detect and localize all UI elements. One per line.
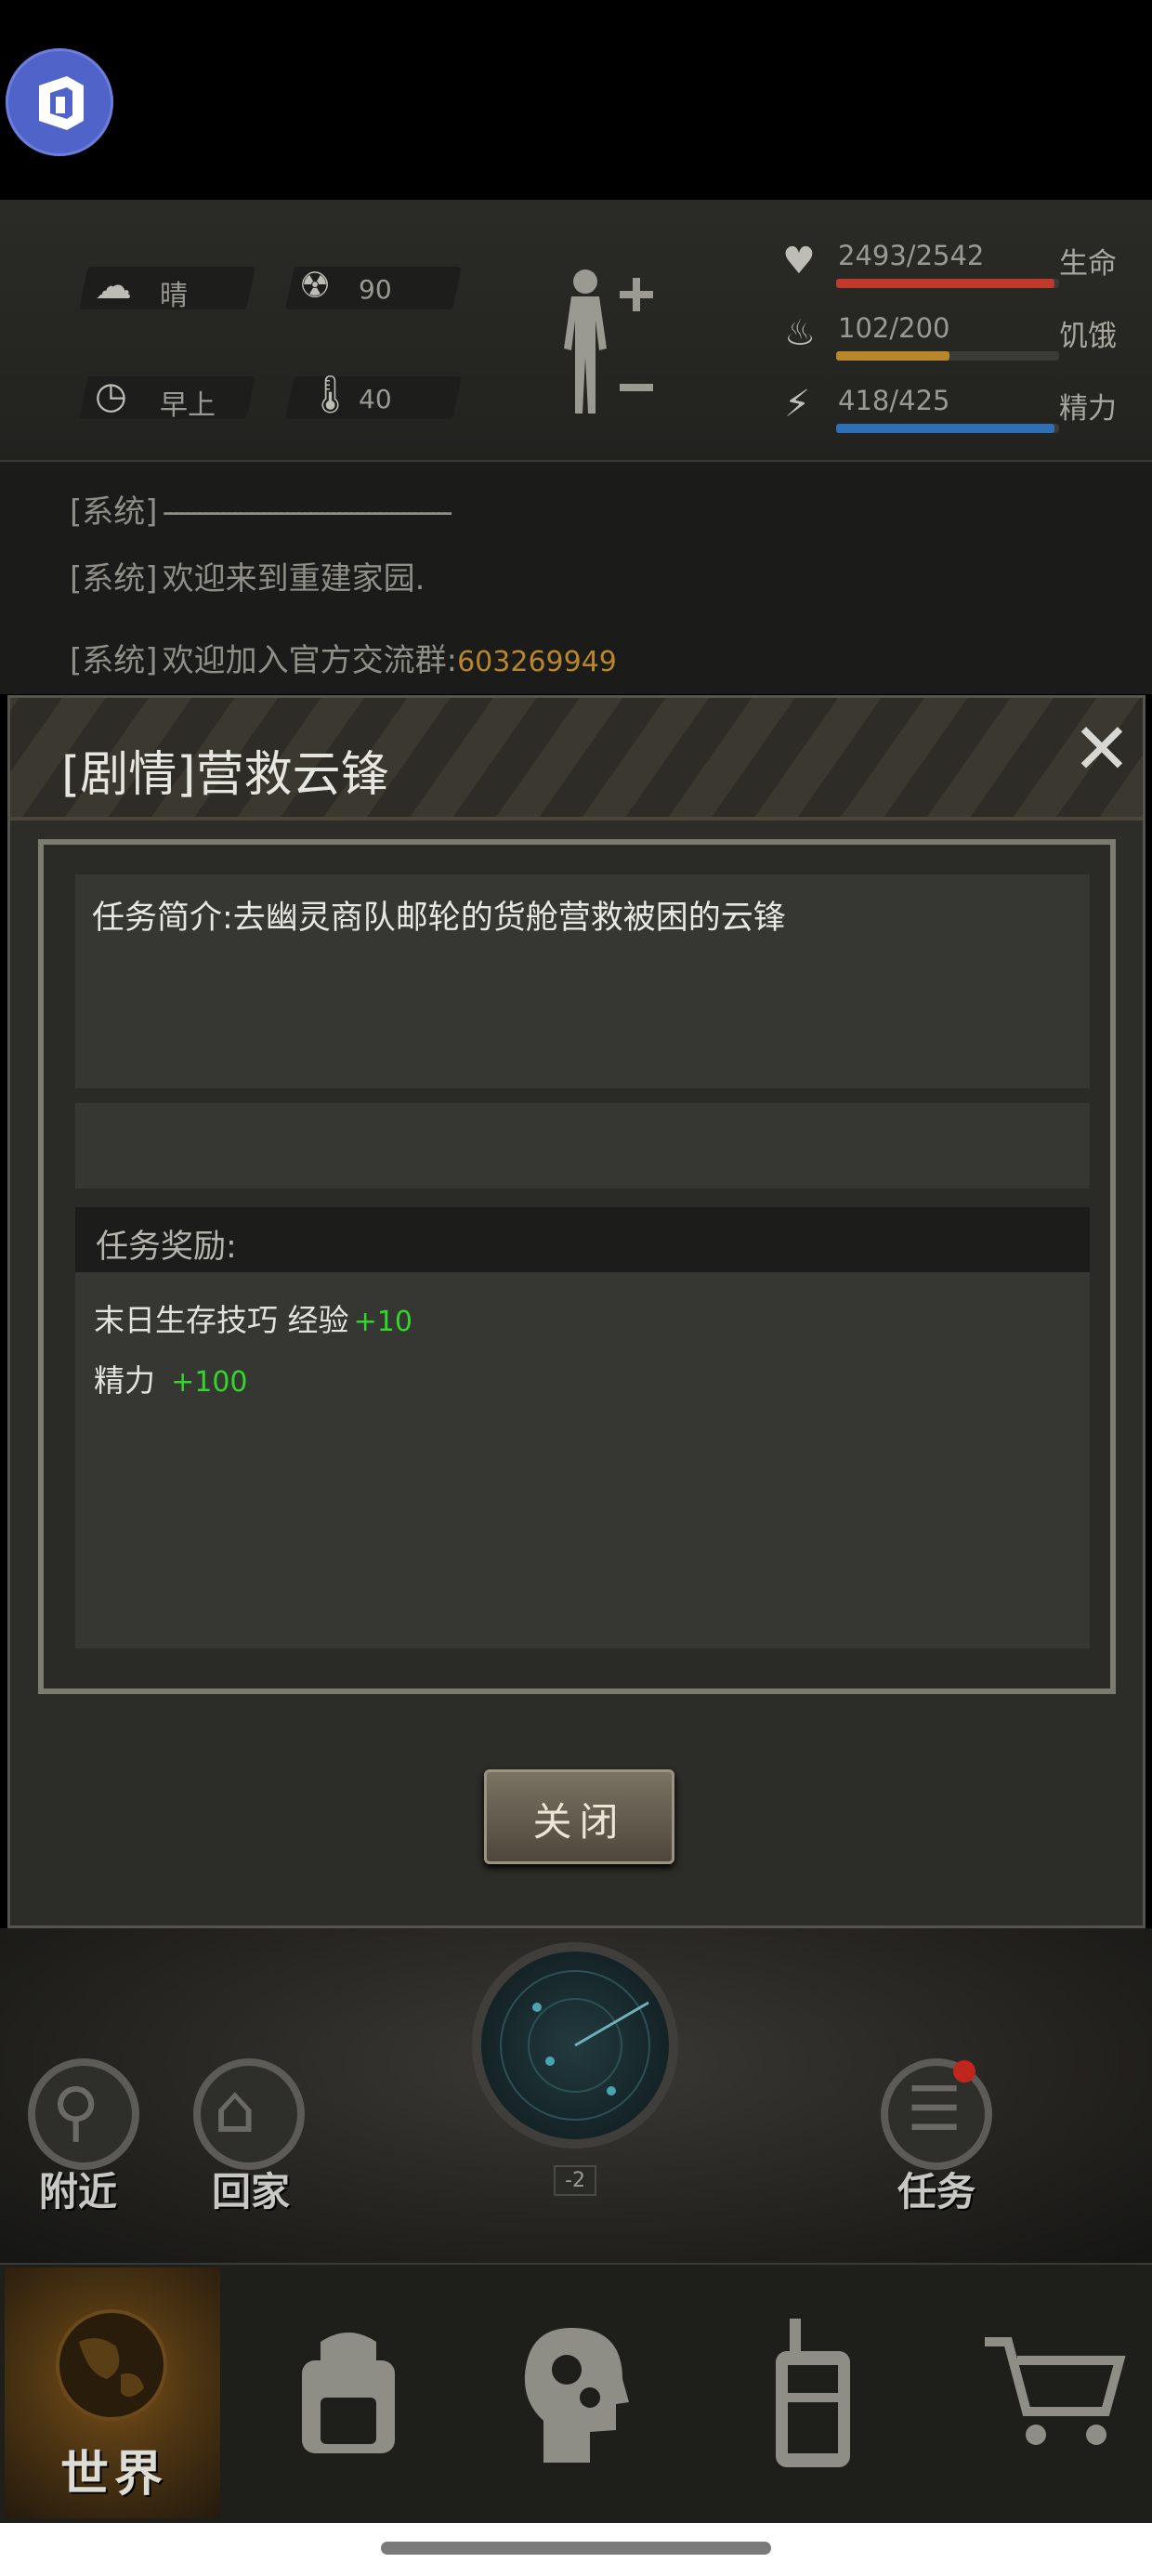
message-log[interactable]: [系统] -----------------------------------… (0, 462, 1152, 694)
group-number[interactable]: 603269949 (457, 646, 617, 678)
top-bar (0, 0, 1152, 200)
rewards-title: 任务奖励: (96, 1229, 237, 1266)
health-value: 2493/2542 (838, 240, 985, 271)
nav-backpack[interactable] (260, 2267, 437, 2518)
hunger-value: 102/200 (838, 312, 950, 344)
radar-button[interactable] (472, 1942, 678, 2149)
hunger-bar (836, 351, 1059, 361)
temperature-value: 40 (359, 384, 392, 414)
close-button[interactable]: 关闭 (484, 1769, 674, 1864)
radiation-icon: ☢ (299, 265, 332, 306)
quest-intro-box: 任务简介:去幽灵商队邮轮的货舱营救被困的云锋 (75, 874, 1090, 1088)
quest-progress-box (75, 1103, 1090, 1189)
head-gears-icon (524, 2328, 629, 2463)
weather-text: 晴 (160, 280, 188, 312)
close-icon[interactable]: ✕ (1069, 714, 1134, 784)
cloud-icon: ☁ (95, 265, 132, 308)
nav-shop[interactable] (957, 2267, 1143, 2518)
home-button[interactable]: ⌂ (193, 2058, 305, 2170)
clock-icon: ◷ (95, 375, 127, 417)
log-text: 欢迎来到重建家园. (162, 560, 425, 598)
backpack-icon (302, 2333, 395, 2453)
reward-item: 精力 +100 (94, 1356, 248, 1400)
stat-energy: ⚡ 418/425 精力 (771, 377, 1143, 442)
dialog-header: [剧情]营救云锋 ✕ (10, 698, 1143, 821)
cube-icon (39, 76, 84, 130)
log-tag: [系统] (70, 642, 158, 679)
health-label: 生命 (1059, 247, 1117, 281)
radar-level: -2 (554, 2165, 596, 2196)
energy-bar-fill (836, 424, 1055, 433)
energy-bar (836, 424, 1059, 433)
home-label: 回家 (212, 2169, 291, 2215)
dialog-title: [剧情]营救云锋 (61, 747, 389, 803)
energy-label: 精力 (1059, 392, 1117, 426)
quest-content: 任务简介:去幽灵商队邮轮的货舱营救被困的云锋 任务奖励: 末日生存技巧 经验 +… (44, 845, 1110, 1689)
tasks-label: 任务 (897, 2169, 976, 2215)
quest-content-frame: 任务简介:去幽灵商队邮轮的货舱营救被困的云锋 任务奖励: 末日生存技巧 经验 +… (38, 839, 1116, 1694)
location-pin-icon: ⚲ (52, 2073, 100, 2149)
stat-health: ♥ 2493/2542 生命 (771, 232, 1143, 297)
energy-value: 418/425 (838, 385, 950, 416)
quest-intro-text: 任务简介:去幽灵商队邮轮的货舱营救被困的云锋 (92, 900, 786, 937)
heart-icon: ♥ (782, 240, 816, 283)
system-home-area (0, 2523, 1152, 2576)
hunger-label: 饥饿 (1059, 320, 1117, 353)
log-tag: [系统] (70, 493, 158, 531)
log-tag: [系统] (70, 560, 158, 598)
health-bar (836, 279, 1059, 288)
notification-dot (953, 2060, 975, 2083)
stomach-icon: ♨ (784, 312, 817, 353)
nav-skills[interactable] (492, 2267, 660, 2518)
quest-dialog: [剧情]营救云锋 ✕ 任务简介:去幽灵商队邮轮的货舱营救被困的云锋 任务奖励: … (7, 695, 1145, 1928)
tasks-button[interactable]: ☰ (881, 2058, 992, 2170)
radar-icon (500, 1970, 650, 2121)
house-icon: ⌂ (214, 2070, 256, 2148)
floating-cube-icon[interactable] (6, 48, 113, 156)
reward-value: +100 (171, 1366, 248, 1399)
thermometer-icon: 🌡 (307, 374, 354, 416)
close-button-label: 关闭 (532, 1799, 626, 1845)
globe-icon (56, 2309, 167, 2421)
status-panel: ☁ 晴 ☢ 90 ◷ 早上 🌡 40 ♥ 2493/2542 生命 ♨ 102/… (0, 200, 1152, 462)
log-line: [系统] 欢迎加入官方交流群:603269949 (70, 635, 617, 680)
world-label: 世界 (60, 2447, 169, 2503)
nav-radio[interactable] (743, 2267, 883, 2518)
time-text: 早上 (160, 389, 216, 422)
log-line: [系统] -----------------------------------… (70, 486, 453, 532)
log-text: ----------------------------------------… (162, 493, 453, 531)
health-bar-fill (836, 279, 1055, 288)
nav-world[interactable]: 世界 (5, 2267, 220, 2518)
rewards-header: 任务奖励: (75, 1207, 1090, 1272)
home-indicator[interactable] (381, 2542, 771, 2555)
nearby-label: 附近 (39, 2169, 118, 2215)
log-text: 欢迎加入官方交流群: (162, 642, 458, 679)
stat-hunger: ♨ 102/200 饥饿 (771, 305, 1143, 370)
scroll-icon: ☰ (907, 2073, 962, 2145)
radiation-value: 90 (359, 274, 392, 305)
reward-name: 精力 (94, 1362, 155, 1399)
reward-value: +10 (353, 1306, 412, 1338)
quest-rewards-box: 任务奖励: 末日生存技巧 经验 +10 精力 +100 (75, 1207, 1090, 1649)
nearby-button[interactable]: ⚲ (28, 2058, 139, 2170)
body-figure-icon[interactable] (553, 265, 664, 423)
log-line: [系统] 欢迎来到重建家园. (70, 553, 425, 598)
reward-item: 末日生存技巧 经验 +10 (94, 1295, 412, 1340)
walkie-talkie-icon (776, 2319, 850, 2467)
cart-icon (985, 2337, 1126, 2445)
reward-name: 末日生存技巧 经验 (94, 1302, 349, 1338)
energy-icon: ⚡ (784, 383, 811, 426)
hunger-bar-fill (836, 351, 950, 361)
